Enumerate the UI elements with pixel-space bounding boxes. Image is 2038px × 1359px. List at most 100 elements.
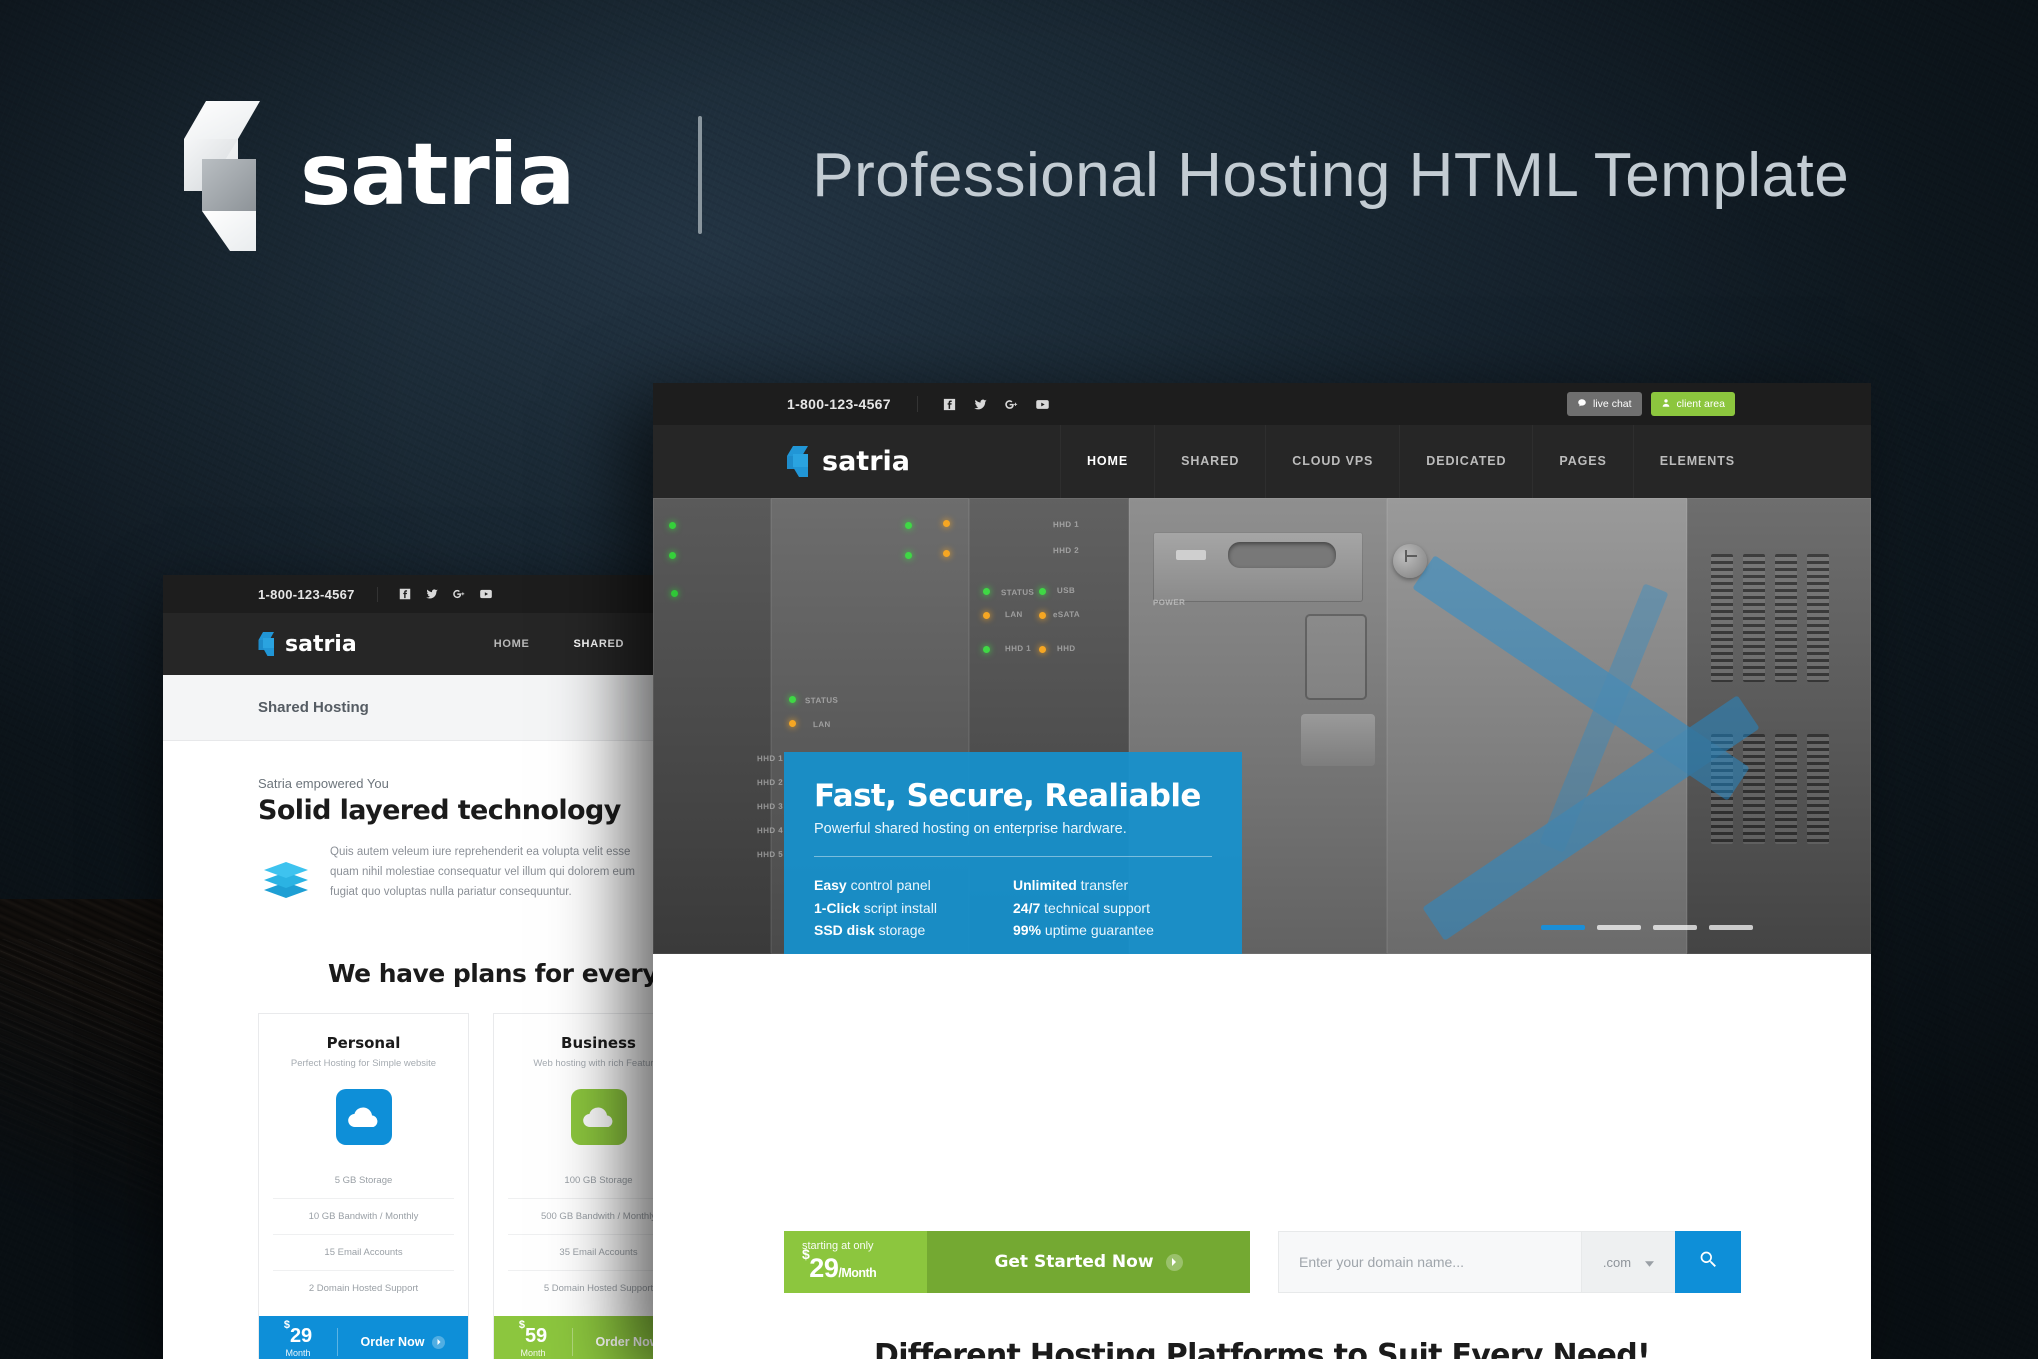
brand-wordmark: satria (300, 125, 575, 225)
back-feature-title: Solid layered technology (258, 795, 621, 826)
status-led (983, 646, 990, 653)
back-plan-cards: Personal Perfect Hosting for Simple webs… (258, 1013, 704, 1359)
nav-item-home[interactable]: HOME (1059, 425, 1154, 498)
feature-strong: Easy (814, 877, 847, 893)
google-plus-icon[interactable] (452, 587, 466, 601)
status-led (1039, 612, 1046, 619)
status-led (905, 552, 912, 559)
google-plus-icon[interactable] (1004, 397, 1019, 412)
status-led (669, 522, 676, 529)
feature-strong: 1-Click (814, 899, 860, 916)
plan-price: $29 Month (259, 1320, 337, 1358)
search-icon (1698, 1249, 1719, 1275)
cta-kicker: starting at only (802, 1240, 874, 1252)
youtube-icon[interactable] (479, 587, 493, 601)
back-logo-text: satria (285, 631, 357, 657)
twitter-icon[interactable] (973, 397, 988, 412)
back-plan-card-personal[interactable]: Personal Perfect Hosting for Simple webs… (258, 1013, 469, 1359)
knob-line (1405, 550, 1407, 562)
price-value: 29 (289, 1325, 313, 1347)
status-led (789, 720, 796, 727)
feature-strong: SSD disk (814, 922, 875, 939)
platforms-section-heading: Different Hosting Platforms to Suit Ever… (653, 1338, 1871, 1359)
status-led (1039, 588, 1046, 595)
slider-dot-1[interactable] (1541, 925, 1585, 930)
front-phone-number[interactable]: 1-800-123-4567 (787, 396, 918, 412)
client-area-label: client area (1676, 398, 1725, 410)
rack-label: LAN (812, 719, 831, 730)
cloud-icon (335, 1089, 392, 1145)
plan-footer[interactable]: $29 Month Order Now (259, 1316, 468, 1359)
domain-search-input[interactable]: Enter your domain name... (1278, 1231, 1581, 1293)
rack-label: STATUS (804, 695, 839, 706)
brand-header: satria Professional Hosting HTML Templat… (172, 95, 1849, 255)
divider (814, 856, 1212, 857)
get-started-label: Get Started Now (994, 1252, 1154, 1272)
slider-dot-2[interactable] (1597, 925, 1641, 930)
nav-item-cloud-vps[interactable]: CLOUD VPS (1265, 425, 1399, 498)
hero-x-graphic (1391, 555, 1811, 941)
nav-item-shared[interactable]: SHARED (1154, 425, 1265, 498)
status-led (943, 550, 950, 557)
facebook-icon[interactable] (398, 587, 412, 601)
hero-slider: HHD 1 HHD 2 STATUS LAN USB eSATA HHD 1 H… (653, 498, 1871, 954)
order-now-label: Order Now (360, 1335, 425, 1349)
feature-rest: transfer (1076, 877, 1129, 893)
hero-subtitle: Powerful shared hosting on enterprise ha… (814, 821, 1127, 837)
status-led (1039, 646, 1046, 653)
nav-item-pages[interactable]: PAGES (1532, 425, 1632, 498)
brand-tagline: Professional Hosting HTML Template (812, 140, 1850, 210)
price-value: 59 (524, 1325, 548, 1347)
rack-label: HHD 1 (756, 753, 784, 764)
screenshot-stage: satria Professional Hosting HTML Templat… (0, 0, 2038, 1359)
facebook-icon[interactable] (942, 397, 957, 412)
get-started-now-button[interactable]: Get Started Now (927, 1231, 1250, 1293)
order-now-button[interactable]: Order Now (338, 1335, 468, 1349)
price-value: 29 (809, 1253, 839, 1283)
feature-strong: Unlimited (1013, 877, 1077, 893)
youtube-icon[interactable] (1035, 397, 1050, 412)
plan-price: $59 Month (494, 1320, 572, 1358)
nav-item-elements[interactable]: ELEMENTS (1632, 425, 1761, 498)
currency-symbol: $ (802, 1246, 810, 1262)
domain-search-button[interactable] (1675, 1231, 1741, 1293)
front-logo[interactable]: satria (784, 445, 910, 478)
plan-name: Personal (326, 1034, 401, 1052)
plan-subtitle: Perfect Hosting for Simple website (290, 1058, 437, 1069)
back-phone-number[interactable]: 1-800-123-4567 (258, 586, 378, 602)
hero-title: Fast, Secure, Realiable (814, 778, 1201, 814)
live-chat-button[interactable]: live chat (1567, 392, 1642, 416)
cloud-icon (570, 1089, 627, 1145)
plan-spec-list: 5 GB Storage 10 GB Bandwith / Monthly 15… (259, 1163, 468, 1306)
tld-select[interactable]: .com (1581, 1231, 1675, 1293)
arrow-right-icon (1165, 1253, 1183, 1271)
front-logo-text: satria (822, 446, 910, 477)
rack-label: HHD 1 (1052, 519, 1080, 530)
hero-features-right: Unlimited transfer 24/7 technical suppor… (1013, 874, 1212, 942)
user-icon (1661, 398, 1671, 411)
twitter-icon[interactable] (425, 587, 439, 601)
plan-spec: 10 GB Bandwith / Monthly (273, 1198, 454, 1234)
list-item: 24/7 technical support (1013, 897, 1212, 920)
layers-icon (258, 846, 314, 902)
client-area-button[interactable]: client area (1650, 392, 1735, 416)
price-period: /Month (838, 1266, 877, 1280)
hero-slider-pagination (1541, 925, 1753, 930)
feature-rest: control panel (846, 877, 931, 893)
nav-item-dedicated[interactable]: DEDICATED (1399, 425, 1532, 498)
status-led (789, 696, 796, 703)
satria-mark-icon (256, 631, 276, 657)
status-led (983, 588, 990, 595)
back-nav-item-home[interactable]: HOME (472, 638, 552, 650)
arrow-right-icon (432, 1335, 446, 1349)
back-nav-item-shared[interactable]: SHARED (552, 638, 647, 650)
back-social-links (398, 587, 493, 601)
slider-dot-4[interactable] (1709, 925, 1753, 930)
hero-feature-grid: Easy control panel 1-Click script instal… (814, 874, 1212, 942)
feature-strong: 99% (1013, 922, 1042, 939)
slider-dot-3[interactable] (1653, 925, 1697, 930)
front-navbar: satria HOME SHARED CLOUD VPS DEDICATED P… (653, 425, 1871, 498)
rack-label: eSATA (1052, 609, 1081, 620)
get-started-bar[interactable]: starting at only $29/Month Get Started N… (784, 1231, 1250, 1293)
back-logo[interactable]: satria (256, 631, 357, 657)
